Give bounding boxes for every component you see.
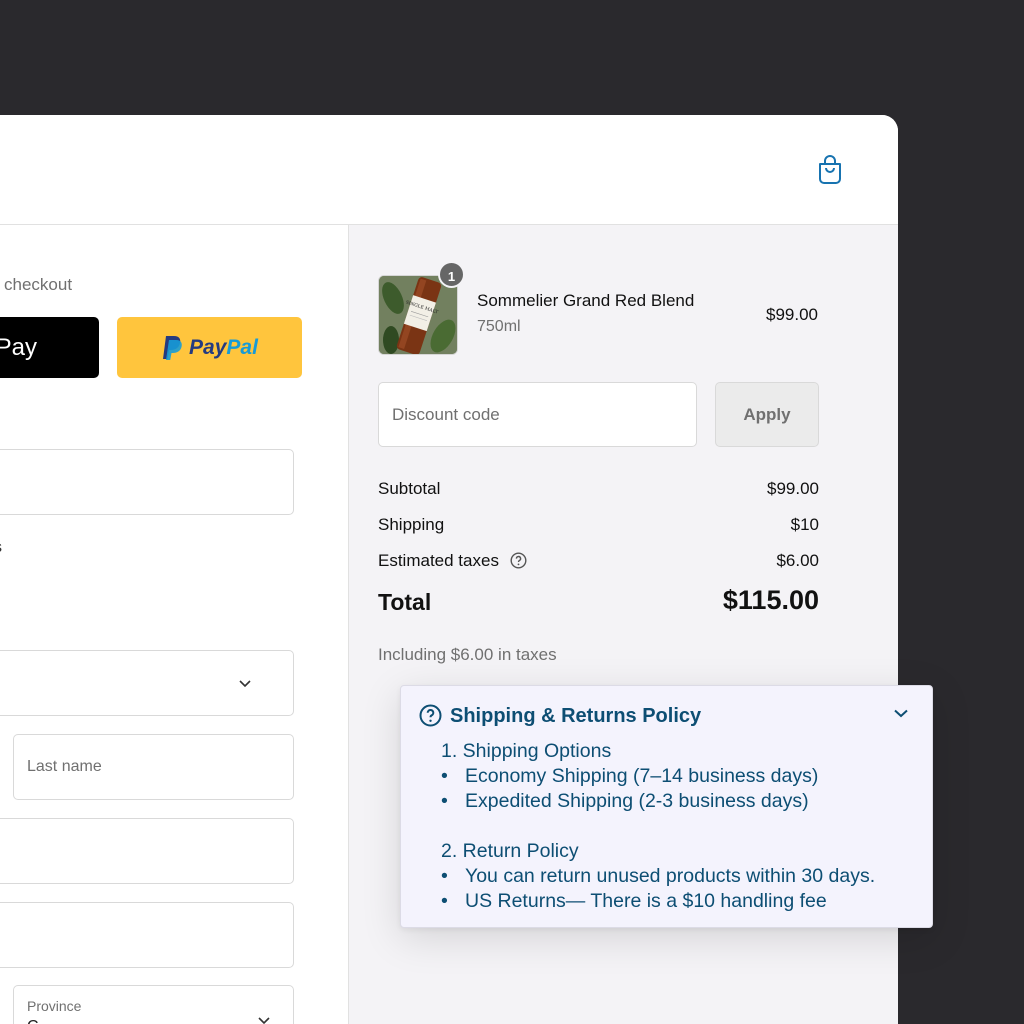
bullet-dot: • [441, 765, 448, 787]
policy-accordion-header[interactable]: Shipping & Returns Policy [419, 703, 916, 729]
policy-list-item: • US Returns— There is a $10 handling fee [441, 890, 827, 913]
province-value: C [27, 1018, 39, 1024]
address-field[interactable] [0, 818, 294, 884]
taxes-row: Estimated taxes $6.00 [378, 551, 819, 571]
paypal-pal-text: Pal [226, 335, 258, 359]
policy-item-text: Expedited Shipping (2-3 business days) [465, 790, 809, 812]
total-value: $115.00 [722, 585, 819, 615]
shipping-value: $10 [790, 515, 819, 534]
country-select[interactable] [0, 650, 294, 716]
discount-code-input[interactable]: Discount code [378, 382, 697, 447]
policy-list-item: • You can return unused products within 3… [441, 865, 875, 888]
shipping-label: Shipping [378, 515, 445, 534]
policy-item-text: US Returns— There is a $10 handling fee [465, 890, 827, 912]
product-variant: 750ml [477, 318, 521, 335]
shipping-row: Shipping $10 [378, 515, 819, 535]
paypal-button[interactable]: PayPal [117, 317, 302, 378]
newsletter-checkbox-label: s [0, 539, 2, 557]
policy-section-shipping-options: 1. Shipping Options [441, 740, 612, 762]
chevron-down-icon [258, 1017, 270, 1024]
apartment-field[interactable] [0, 902, 294, 968]
paypal-wordmark: PayPal [189, 336, 258, 360]
total-label: Total [378, 589, 432, 615]
policy-section-return-policy: 2. Return Policy [441, 840, 579, 862]
wine-bottle-image: SINGLE MALT [379, 276, 457, 354]
question-circle-icon [419, 704, 442, 727]
product-price: $99.00 [766, 305, 818, 324]
email-field[interactable] [0, 449, 294, 515]
bullet-dot: • [441, 890, 448, 912]
policy-list-item: • Economy Shipping (7–14 business days) [441, 765, 818, 788]
chevron-down-icon [239, 680, 251, 688]
total-row: Total $115.00 [378, 585, 819, 616]
apple-pay-button[interactable]: Pay [0, 317, 99, 378]
apply-discount-button[interactable]: Apply [715, 382, 819, 447]
tax-note: Including $6.00 in taxes [378, 645, 557, 664]
quantity-badge: 1 [438, 261, 465, 288]
shopping-bag-icon[interactable] [817, 155, 843, 185]
province-select[interactable]: Province C [13, 985, 294, 1024]
paypal-logo-icon [163, 335, 182, 360]
shipping-returns-policy-panel: Shipping & Returns Policy 1. Shipping Op… [400, 685, 933, 928]
taxes-value: $6.00 [776, 551, 819, 570]
subtotal-label: Subtotal [378, 479, 441, 498]
bullet-dot: • [441, 790, 448, 812]
last-name-field[interactable]: Last name [13, 734, 294, 800]
province-label: Province [27, 998, 82, 1014]
product-name: Sommelier Grand Red Blend [477, 291, 695, 310]
subtotal-row: Subtotal $99.00 [378, 479, 819, 499]
express-checkout-label: checkout [4, 275, 73, 294]
taxes-label: Estimated taxes [378, 551, 499, 570]
policy-list-item: • Expedited Shipping (2-3 business days) [441, 790, 809, 813]
policy-title: Shipping & Returns Policy [450, 705, 702, 727]
checkout-form: checkout Pay PayPal s Last name Province… [0, 225, 348, 1024]
question-circle-icon[interactable] [510, 552, 527, 569]
policy-item-text: Economy Shipping (7–14 business days) [465, 765, 819, 787]
chevron-down-icon [894, 709, 908, 718]
checkout-header [0, 115, 898, 225]
policy-item-text: You can return unused products within 30… [465, 865, 876, 887]
bullet-dot: • [441, 865, 448, 887]
subtotal-value: $99.00 [767, 479, 819, 498]
paypal-pay-text: Pay [189, 335, 227, 359]
